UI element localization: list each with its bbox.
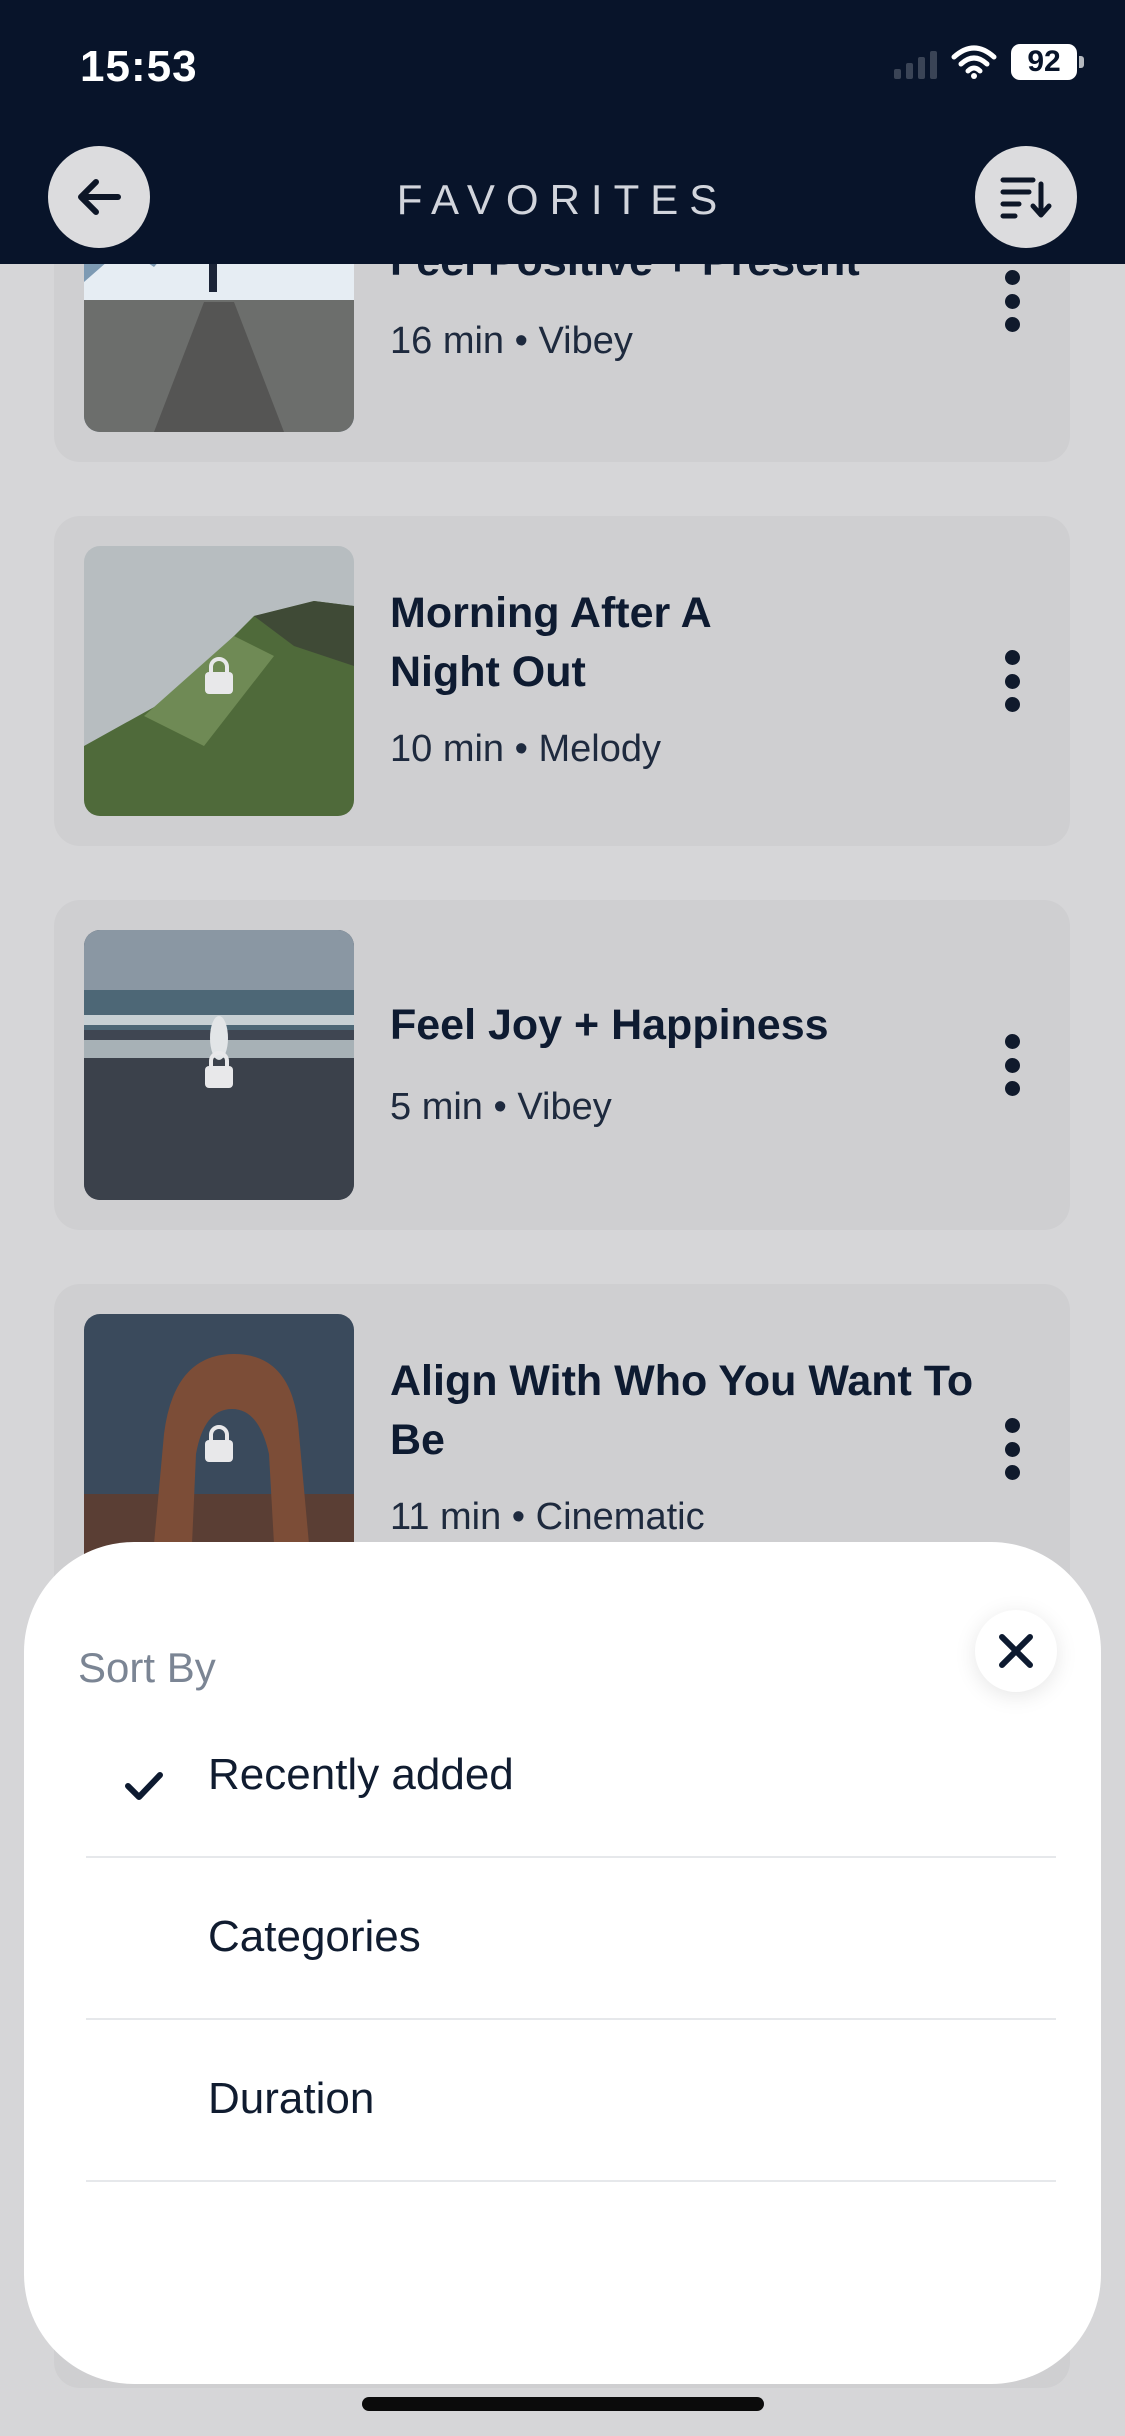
sort-option-label: Recently added bbox=[208, 1750, 514, 1799]
more-options-icon[interactable] bbox=[1002, 1034, 1022, 1096]
lock-icon bbox=[205, 1425, 233, 1462]
card-title: Feel Joy + Happiness bbox=[390, 1001, 829, 1049]
status-time: 15:53 bbox=[80, 42, 198, 91]
sort-descending-icon bbox=[1000, 177, 1052, 219]
sort-option-recently-added[interactable]: Recently added bbox=[86, 1696, 1056, 1858]
card-meta: 11 min • Cinematic bbox=[390, 1496, 705, 1538]
thumbnail-image bbox=[84, 930, 354, 1200]
list-item[interactable]: Feel Joy + Happiness 5 min • Vibey bbox=[54, 900, 1070, 1230]
battery-indicator: 92 bbox=[1011, 44, 1084, 80]
page-title: FAVORITES bbox=[396, 176, 729, 223]
lock-icon bbox=[205, 657, 233, 694]
close-icon bbox=[999, 1634, 1033, 1668]
sort-option-label: Categories bbox=[208, 1912, 421, 1961]
checkmark-icon bbox=[125, 1772, 163, 1800]
sort-option-categories[interactable]: Categories bbox=[86, 1858, 1056, 2020]
card-title: Morning After A Night Out bbox=[390, 589, 711, 696]
more-options-icon[interactable] bbox=[1002, 270, 1022, 332]
card-title: Align With Who You Want To Be bbox=[390, 1357, 974, 1464]
cellular-signal-icon bbox=[894, 45, 937, 79]
card-meta: 5 min • Vibey bbox=[390, 1086, 612, 1128]
app-header: 15:53 92 FAVORITES bbox=[0, 0, 1125, 264]
thumbnail-image bbox=[84, 546, 354, 816]
close-button[interactable] bbox=[975, 1610, 1057, 1692]
sheet-title: Sort By bbox=[78, 1644, 216, 1691]
home-indicator bbox=[362, 2397, 764, 2411]
sort-option-label: Duration bbox=[208, 2074, 375, 2123]
more-options-icon[interactable] bbox=[1002, 1418, 1022, 1480]
sort-button[interactable] bbox=[975, 146, 1077, 248]
sort-option-duration[interactable]: Duration bbox=[86, 2020, 1056, 2182]
status-indicators: 92 bbox=[894, 44, 1084, 80]
lock-icon bbox=[205, 1051, 233, 1088]
card-meta: 10 min • Melody bbox=[390, 728, 661, 770]
list-item[interactable]: Morning After A Night Out 10 min • Melod… bbox=[54, 516, 1070, 846]
sort-bottom-sheet: Sort By Recently added Categories Durati… bbox=[24, 1542, 1101, 2384]
wifi-icon bbox=[951, 45, 997, 79]
card-meta: 16 min • Vibey bbox=[390, 320, 633, 362]
more-options-icon[interactable] bbox=[1002, 650, 1022, 712]
